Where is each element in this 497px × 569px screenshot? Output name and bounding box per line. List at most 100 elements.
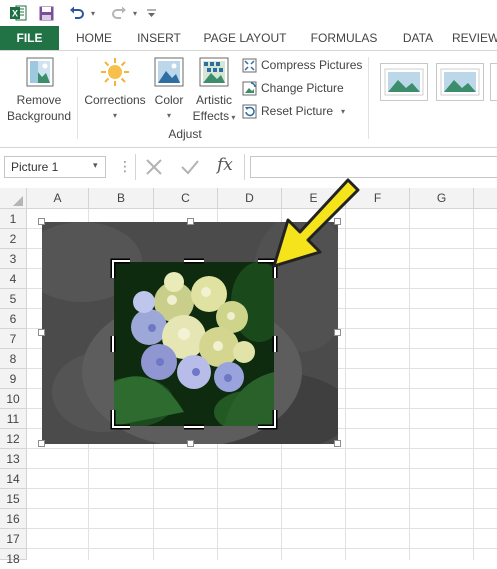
- row-header-4[interactable]: 4: [0, 269, 27, 289]
- row-header-7[interactable]: 7: [0, 329, 27, 349]
- column-header-c[interactable]: C: [154, 188, 218, 209]
- compress-pictures-button[interactable]: Compress Pictures: [242, 55, 362, 75]
- remove-background-icon: [26, 57, 54, 90]
- column-header-a[interactable]: A: [27, 188, 89, 209]
- save-icon[interactable]: [36, 3, 56, 23]
- gridline: [27, 528, 497, 529]
- row-header-18[interactable]: 18: [0, 549, 27, 566]
- divider: [244, 154, 245, 180]
- tab-file[interactable]: FILE: [0, 26, 59, 50]
- name-box-value: Picture 1: [11, 160, 59, 174]
- resize-handle[interactable]: [187, 218, 194, 225]
- change-picture-button[interactable]: Change Picture: [242, 78, 344, 98]
- row-header-12[interactable]: 12: [0, 429, 27, 449]
- corrections-button[interactable]: Corrections ▾: [82, 53, 148, 125]
- reset-picture-button[interactable]: Reset Picture ▾: [242, 101, 345, 121]
- row-header-9[interactable]: 9: [0, 369, 27, 389]
- column-header-b[interactable]: B: [89, 188, 154, 209]
- row-header-3[interactable]: 3: [0, 249, 27, 269]
- tab-formulas[interactable]: FORMULAS: [302, 26, 386, 50]
- artistic-effects-icon: [199, 57, 229, 90]
- annotation-arrow-icon: [272, 178, 360, 268]
- tab-data[interactable]: DATA: [394, 26, 442, 50]
- row-header-15[interactable]: 15: [0, 489, 27, 509]
- row-header-5[interactable]: 5: [0, 289, 27, 309]
- sun-icon: [100, 57, 130, 90]
- row-header-16[interactable]: 16: [0, 509, 27, 529]
- name-box-dropdown-icon[interactable]: ▾: [93, 160, 98, 171]
- cancel-icon[interactable]: [145, 158, 163, 179]
- column-header-g[interactable]: G: [410, 188, 474, 209]
- picture-style-2[interactable]: [436, 63, 484, 101]
- formula-bar: Picture 1 ▾ ⋮ fx: [0, 148, 497, 188]
- divider: [135, 154, 136, 180]
- tab-page-layout[interactable]: PAGE LAYOUT: [196, 26, 294, 50]
- gridline: [27, 448, 497, 449]
- resize-handle[interactable]: [38, 329, 45, 336]
- tab-insert[interactable]: INSERT: [128, 26, 190, 50]
- undo-dropdown-icon[interactable]: ▾: [88, 3, 98, 23]
- resize-handle[interactable]: [38, 218, 45, 225]
- picture-style-2-icon: [440, 68, 480, 96]
- formula-bar-grip-icon[interactable]: ⋮: [118, 158, 132, 174]
- artistic-effects-button[interactable]: Artistic Effects ▾: [190, 53, 238, 125]
- compress-pictures-label: Compress Pictures: [261, 58, 363, 72]
- svg-text:X: X: [11, 9, 17, 19]
- adjust-group-label: Adjust: [168, 127, 202, 141]
- change-picture-label: Change Picture: [261, 81, 344, 95]
- ribbon-format-picture: Remove Background Corrections ▾ Color ▾ …: [0, 51, 497, 148]
- remove-background-label-2: Background: [6, 109, 72, 123]
- resize-handle[interactable]: [334, 329, 341, 336]
- row-header-6[interactable]: 6: [0, 309, 27, 329]
- resize-handle[interactable]: [334, 440, 341, 447]
- excel-logo-icon: X: [8, 3, 28, 23]
- group-divider: [77, 57, 78, 139]
- remove-background-button[interactable]: Remove Background: [4, 53, 74, 125]
- undo-icon[interactable]: [66, 3, 88, 23]
- quick-access-toolbar: X ▾ ▾: [0, 0, 497, 26]
- redo-icon[interactable]: [108, 3, 130, 23]
- resize-handle[interactable]: [38, 440, 45, 447]
- group-divider: [368, 57, 369, 139]
- tab-review[interactable]: REVIEW: [452, 26, 497, 50]
- row-header-8[interactable]: 8: [0, 349, 27, 369]
- picture-style-3[interactable]: [490, 63, 497, 101]
- ribbon-tabs: FILE HOME INSERT PAGE LAYOUT FORMULAS DA…: [0, 26, 497, 51]
- gridline: [27, 468, 497, 469]
- color-button[interactable]: Color ▾: [150, 53, 188, 125]
- enter-check-icon[interactable]: [180, 158, 200, 179]
- gridline: [27, 548, 497, 549]
- select-all-corner[interactable]: [0, 188, 27, 209]
- remove-background-label-1: Remove: [16, 93, 62, 107]
- picture-style-1[interactable]: [380, 63, 428, 101]
- insert-function-button[interactable]: fx: [217, 155, 233, 175]
- row-header-10[interactable]: 10: [0, 389, 27, 409]
- corrections-dropdown-icon: ▾: [112, 111, 117, 120]
- gridline: [27, 508, 497, 509]
- corrections-label: Corrections: [84, 93, 146, 107]
- artistic-effects-label-2-text: Effects: [192, 109, 230, 123]
- reset-picture-dropdown-icon[interactable]: ▾: [341, 107, 345, 116]
- crop-handles[interactable]: [110, 258, 278, 430]
- gridline: [27, 488, 497, 489]
- reset-picture-icon: [242, 104, 257, 118]
- reset-picture-label: Reset Picture: [261, 104, 334, 118]
- color-label: Color: [154, 93, 184, 107]
- row-header-17[interactable]: 17: [0, 529, 27, 549]
- column-header-h[interactable]: [474, 188, 497, 209]
- artistic-effects-label-1: Artistic: [196, 93, 232, 107]
- row-header-1[interactable]: 1: [0, 209, 27, 229]
- tab-home[interactable]: HOME: [66, 26, 122, 50]
- color-picture-icon: [154, 57, 184, 90]
- row-header-13[interactable]: 13: [0, 449, 27, 469]
- customize-qat-icon[interactable]: [144, 3, 158, 23]
- row-header-11[interactable]: 11: [0, 409, 27, 429]
- row-header-14[interactable]: 14: [0, 469, 27, 489]
- change-picture-icon: [242, 81, 257, 95]
- resize-handle[interactable]: [187, 440, 194, 447]
- artistic-effects-label-2: Effects ▾: [192, 109, 236, 123]
- picture-style-1-icon: [384, 68, 424, 96]
- row-header-2[interactable]: 2: [0, 229, 27, 249]
- name-box[interactable]: Picture 1 ▾: [4, 156, 106, 178]
- redo-dropdown-icon[interactable]: ▾: [130, 3, 140, 23]
